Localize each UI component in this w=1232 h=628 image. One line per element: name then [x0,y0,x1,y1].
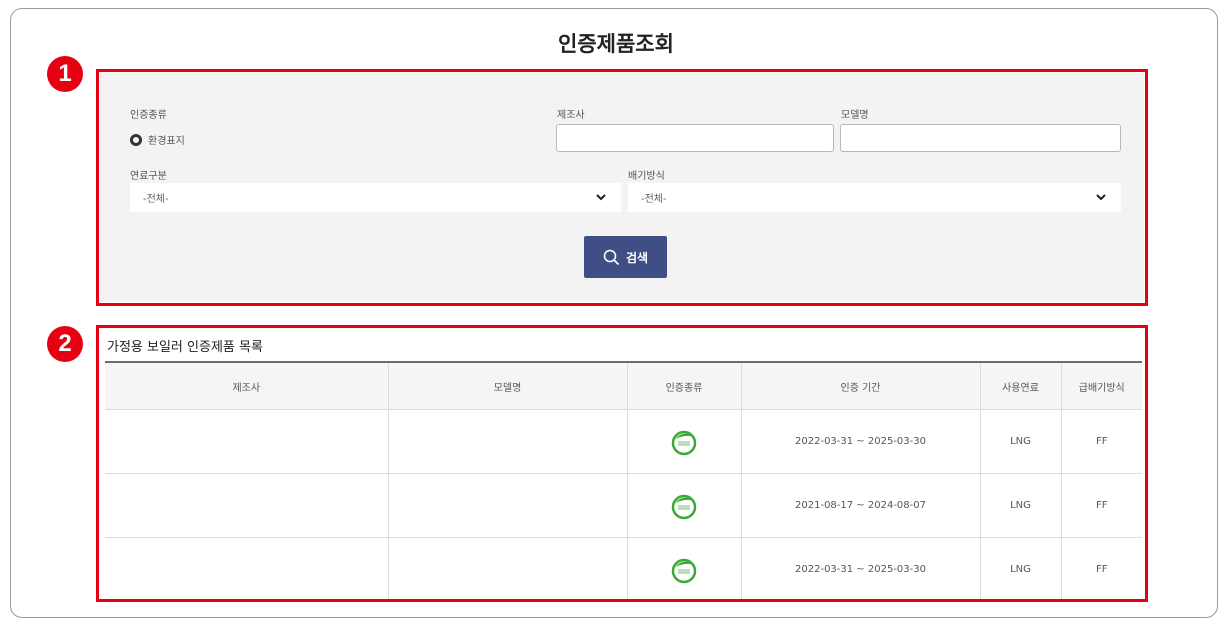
page-title: 인증제품조회 [558,32,674,56]
step-badge-1: 1 [47,56,83,92]
step-badge-2: 2 [47,326,83,362]
highlight-box-list [96,325,1148,602]
highlight-box-search [96,69,1148,306]
